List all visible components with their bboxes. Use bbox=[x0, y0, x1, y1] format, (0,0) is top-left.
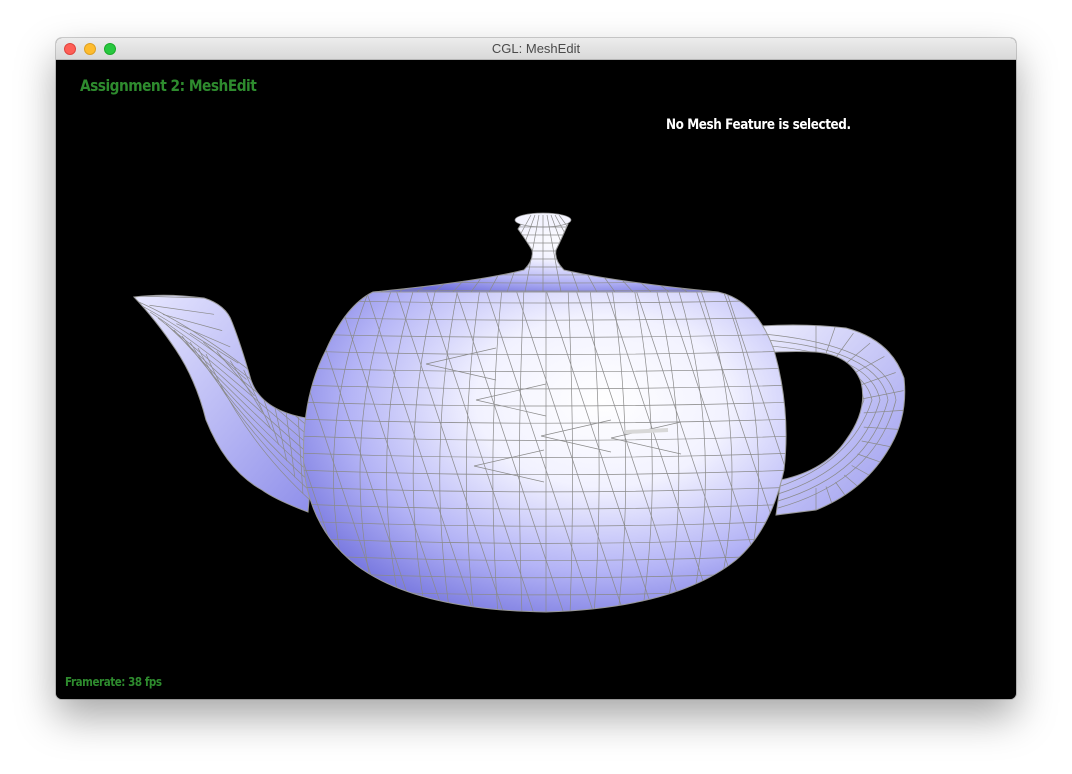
app-window: CGL: MeshEdit Assignment 2: MeshEdit No … bbox=[56, 38, 1016, 699]
teapot-mesh[interactable] bbox=[56, 60, 1016, 699]
framerate-label: Framerate: 38 fps bbox=[65, 675, 162, 689]
title-bar[interactable]: CGL: MeshEdit bbox=[56, 38, 1016, 60]
selection-status: No Mesh Feature is selected. bbox=[666, 117, 851, 133]
teapot-spout bbox=[132, 294, 317, 513]
gl-viewport[interactable]: Assignment 2: MeshEdit No Mesh Feature i… bbox=[56, 60, 1016, 699]
teapot-lid bbox=[372, 212, 719, 293]
window-title: CGL: MeshEdit bbox=[491, 41, 581, 56]
assignment-title: Assignment 2: MeshEdit bbox=[80, 76, 257, 95]
